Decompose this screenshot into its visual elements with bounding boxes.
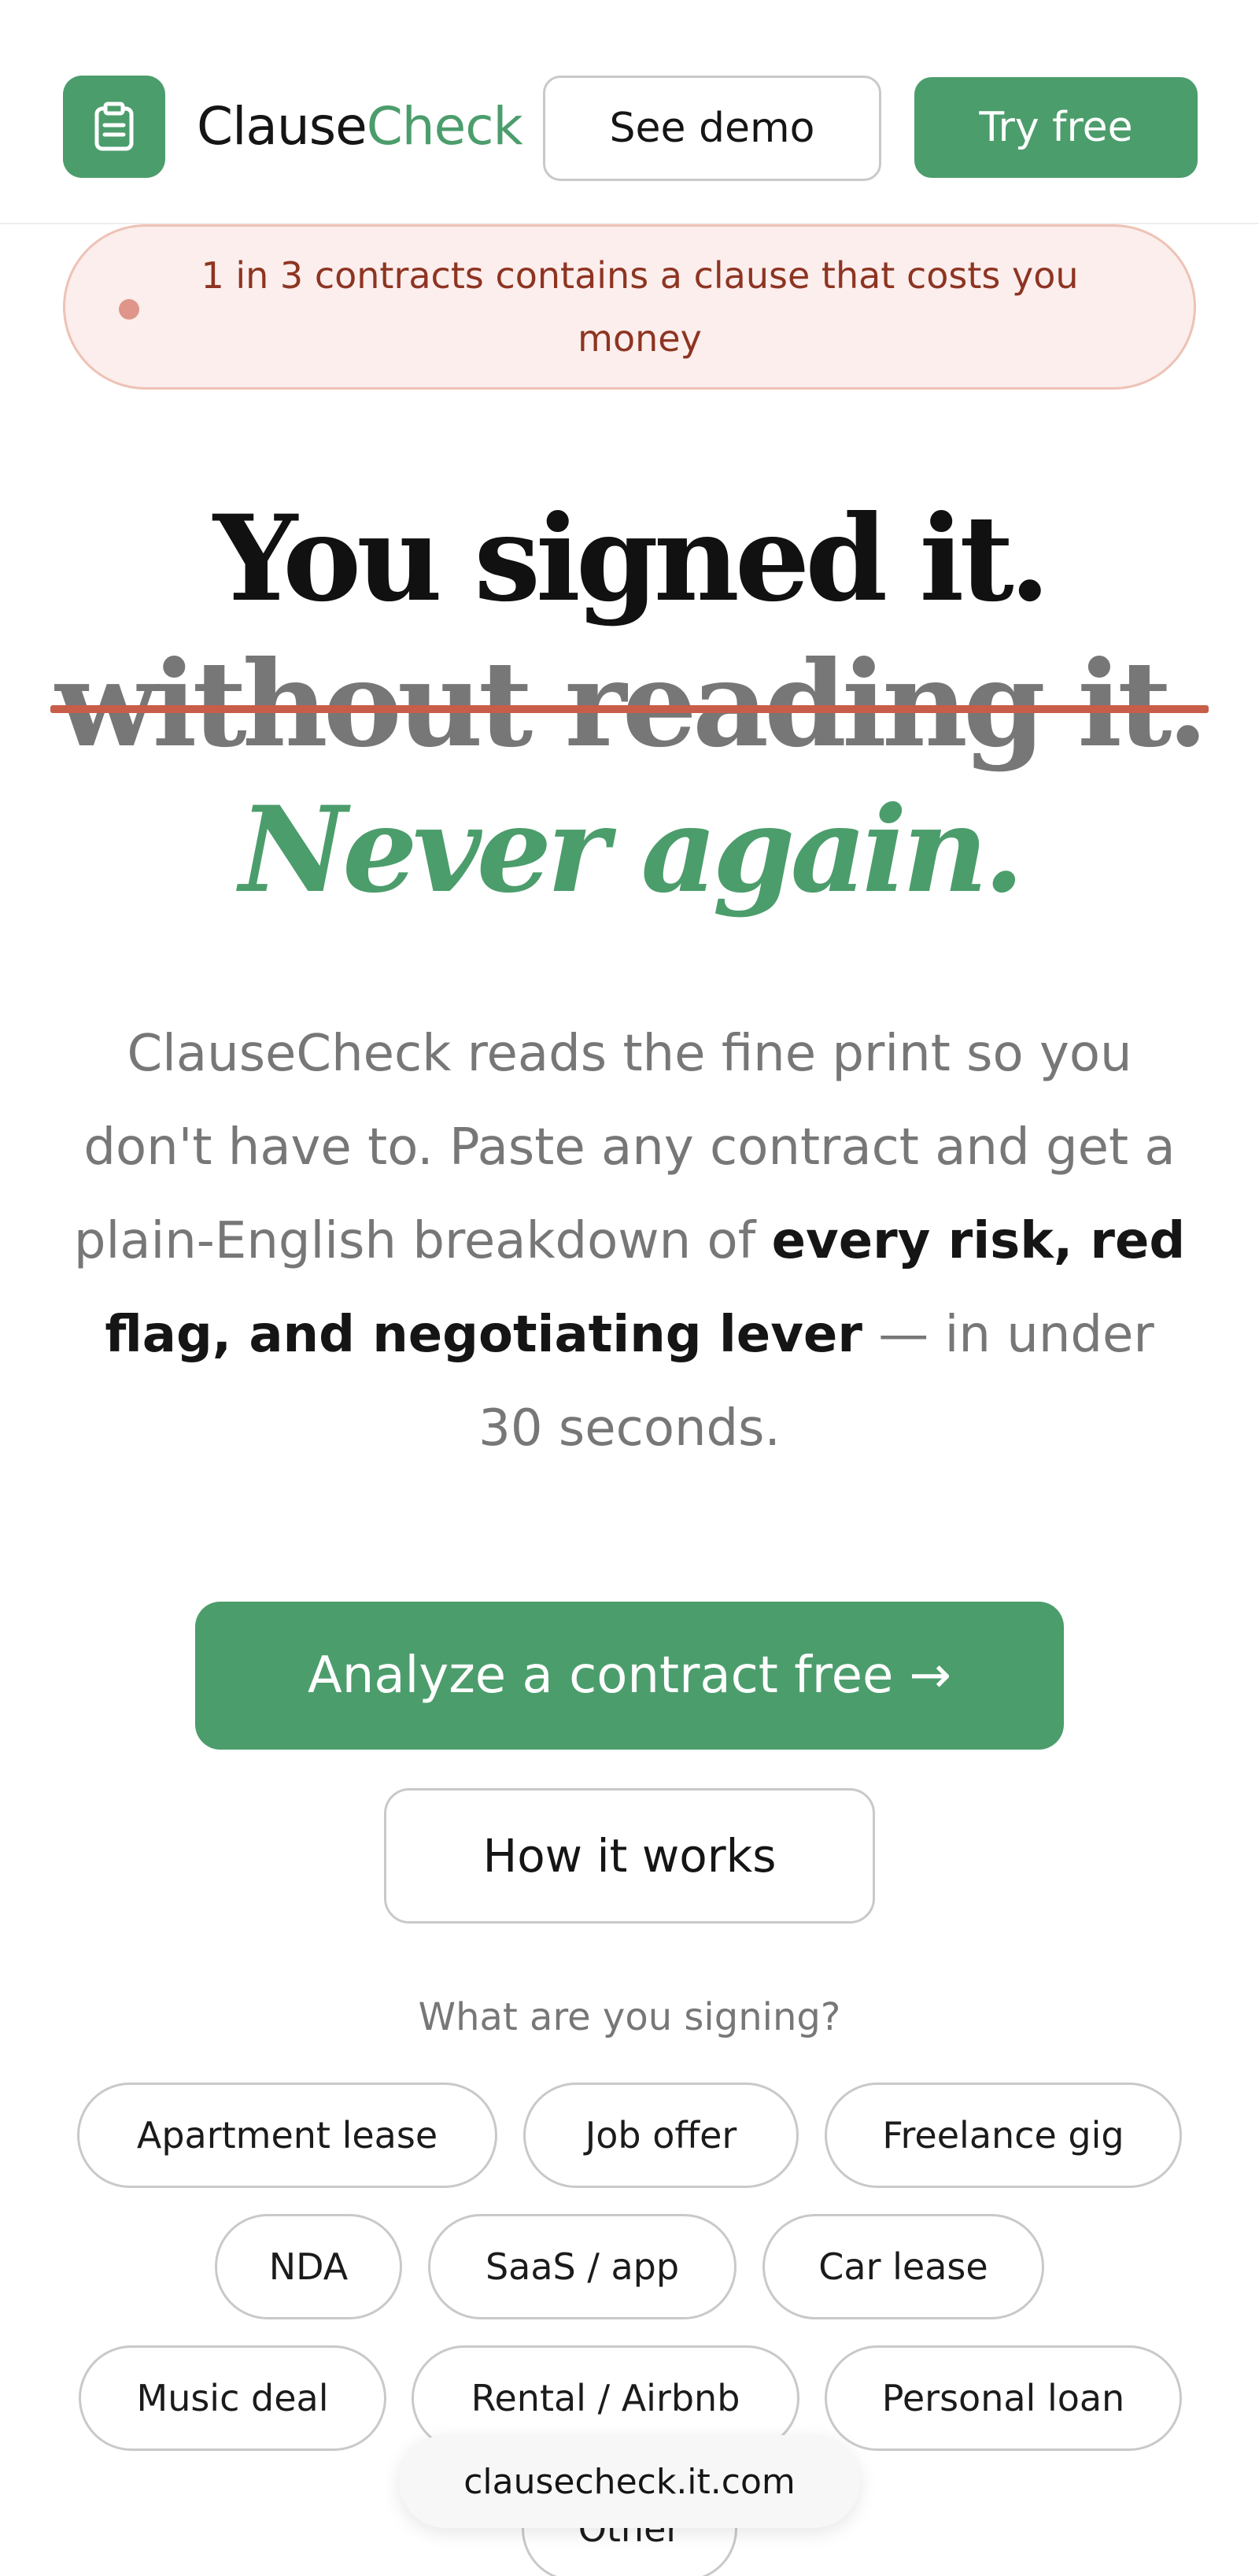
chip-music-deal[interactable]: Music deal [79,2345,386,2451]
brand-name[interactable]: ClauseCheck [197,93,523,161]
top-nav: ClauseCheck See demo Try free [0,0,1259,224]
brand-name-part1: Clause [197,96,367,157]
chip-car-lease[interactable]: Car lease [762,2214,1044,2319]
analyze-contract-label: Analyze a contract free [307,1646,894,1705]
headline-line-2-struck: without reading it. [50,635,1209,774]
landing-page: ClauseCheck See demo Try free 1 in 3 con… [0,0,1259,2576]
brand-name-part2: Check [366,96,523,157]
alert-banner: 1 in 3 contracts contains a clause that … [63,224,1196,390]
logo[interactable] [63,76,165,178]
try-free-button[interactable]: Try free [914,77,1198,178]
headline-line-2-wrapper: without reading it. [0,638,1259,771]
clipboard-icon [94,102,134,151]
chip-job-offer[interactable]: Job offer [523,2083,799,2188]
alert-text: 1 in 3 contracts contains a clause that … [201,254,1079,360]
analyze-contract-button[interactable]: Analyze a contract free → [195,1602,1064,1750]
chip-apartment-lease[interactable]: Apartment lease [77,2083,497,2188]
chip-personal-loan[interactable]: Personal loan [825,2345,1182,2451]
headline-line-3: Never again. [239,781,1025,919]
arrow-right-icon: → [909,1646,952,1705]
see-demo-button[interactable]: See demo [543,76,881,181]
chip-saas-app[interactable]: SaaS / app [428,2214,737,2319]
chip-freelance-gig[interactable]: Freelance gig [825,2083,1182,2188]
alert-dot-icon [119,299,139,320]
signing-prompt: What are you signing? [418,1995,841,2039]
hero-description: ClauseCheck reads the fine print so you … [71,1007,1188,1476]
browser-url-bar[interactable]: clausecheck.it.com [399,2435,860,2528]
headline-line-1: You signed it. [213,490,1050,628]
chip-nda[interactable]: NDA [215,2214,402,2319]
how-it-works-button[interactable]: How it works [384,1788,875,1924]
